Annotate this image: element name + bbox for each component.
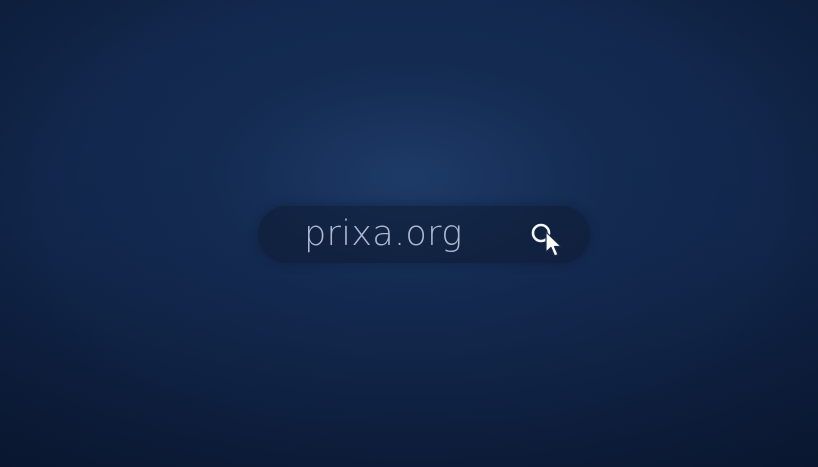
mouse-pointer-icon (545, 231, 565, 261)
search-input[interactable]: prixa.org (304, 212, 463, 257)
search-bar[interactable]: prixa.org (258, 206, 590, 263)
